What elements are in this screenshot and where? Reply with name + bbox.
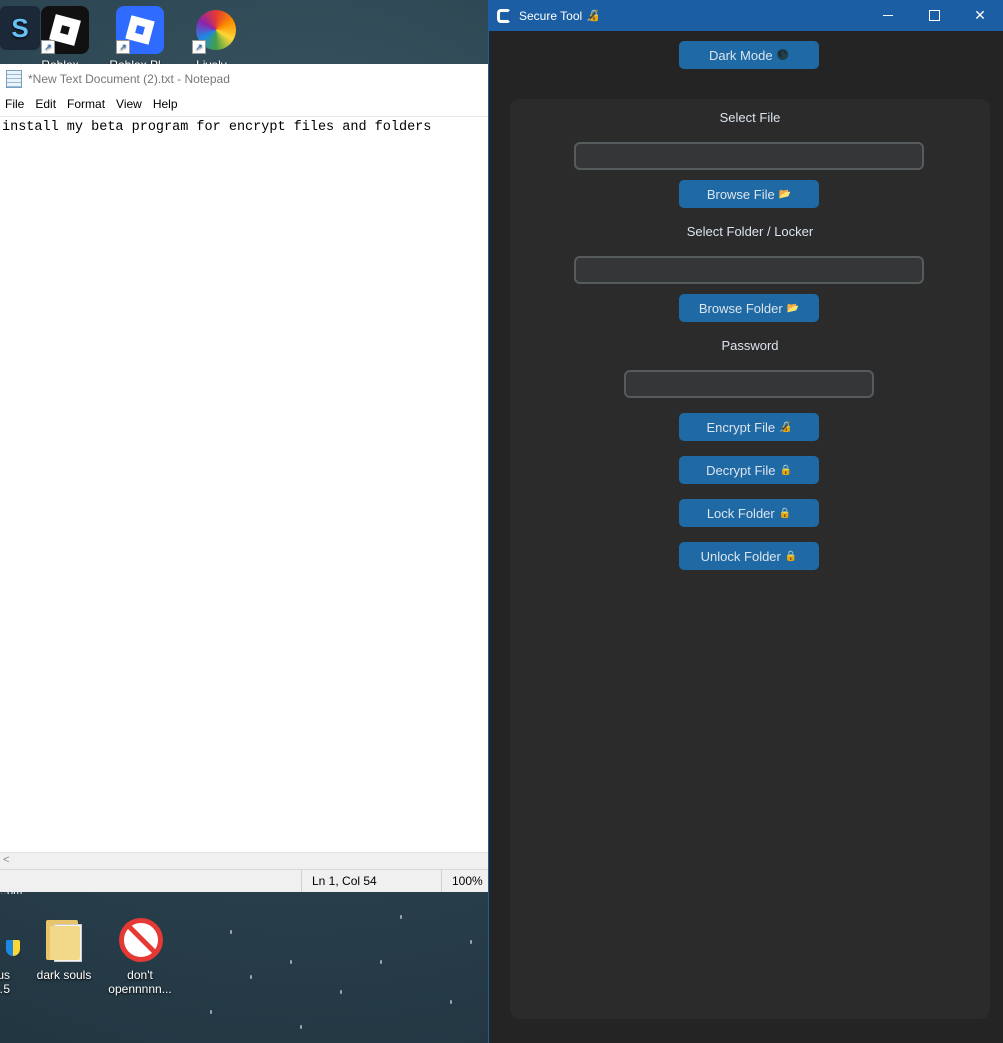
window-title: Secure Tool (519, 8, 583, 23)
rain-drop (380, 960, 382, 964)
rain-drop (400, 915, 402, 919)
menu-file[interactable]: File (5, 97, 24, 111)
encrypt-file-button[interactable]: Encrypt File 🔏 (679, 413, 819, 441)
password-input[interactable] (624, 370, 874, 398)
lock-folder-label: Lock Folder (706, 505, 775, 521)
rain-drop (300, 1025, 302, 1029)
decrypt-file-label: Decrypt File (706, 462, 776, 478)
minimize-button[interactable] (865, 0, 911, 31)
menu-view[interactable]: View (116, 97, 142, 111)
shortcut-arrow-icon: ↗ (116, 40, 130, 54)
desktop-icon-dont-open[interactable]: don't opennnnn... (100, 916, 180, 996)
minimize-icon (883, 15, 893, 16)
horizontal-scrollbar[interactable]: < (0, 852, 488, 870)
status-cursor-position: Ln 1, Col 54 (301, 870, 441, 892)
secure-tool-window[interactable]: Secure Tool 🔏 ✕ Dark Mode 🌑 Select File … (488, 0, 1003, 1043)
moon-icon: 🌑 (776, 49, 790, 61)
prohibited-icon (116, 916, 164, 964)
photos-icon: ↗ (192, 6, 240, 54)
unlock-folder-label: Unlock Folder (700, 548, 781, 564)
maximize-icon (928, 10, 940, 21)
browse-file-label: Browse File (706, 186, 775, 202)
browse-file-button[interactable]: Browse File 📂 (679, 180, 819, 208)
main-frame: Select File Browse File 📂 Select Folder … (510, 99, 990, 1019)
lock-icon: 🔒 (778, 507, 792, 519)
desktop-icon-dark-souls-folder[interactable]: dark souls (24, 916, 104, 982)
close-button[interactable]: ✕ (957, 0, 1003, 31)
decrypt-file-button[interactable]: Decrypt File 🔒 (679, 456, 819, 484)
folder-path-input[interactable] (574, 256, 924, 284)
folder-open-icon: 📂 (786, 302, 800, 314)
desktop-icon-roblox[interactable]: ↗ Roblox... (25, 6, 105, 64)
desktop-icon-photos[interactable]: ↗ Lively... (176, 6, 256, 64)
menu-format[interactable]: Format (67, 97, 105, 111)
close-icon: ✕ (974, 7, 986, 23)
menu-edit[interactable]: Edit (35, 97, 56, 111)
browse-folder-label: Browse Folder (698, 300, 783, 316)
rain-drop (290, 960, 292, 964)
shortcut-arrow-icon: ↗ (41, 40, 55, 54)
maximize-button[interactable] (911, 0, 957, 31)
notepad-title: *New Text Document (2).txt - Notepad (28, 72, 230, 86)
lock-pen-icon: 🔏 (586, 10, 600, 22)
menu-help[interactable]: Help (153, 97, 178, 111)
rain-drop (450, 1000, 452, 1004)
shield-icon (0, 916, 22, 964)
notepad-menubar: File Edit Format View Help (0, 94, 488, 114)
folder-open-icon: 📂 (778, 188, 792, 200)
file-path-input[interactable] (574, 142, 924, 170)
notepad-statusbar: Ln 1, Col 54 100% (0, 869, 488, 892)
roblox-player-icon: ↗ (116, 6, 164, 54)
dark-mode-button[interactable]: Dark Mode 🌑 (679, 41, 819, 69)
notepad-titlebar[interactable]: *New Text Document (2).txt - Notepad (0, 64, 488, 94)
select-folder-label: Select Folder / Locker (686, 224, 814, 239)
rain-drop (210, 1010, 212, 1014)
lock-folder-button[interactable]: Lock Folder 🔒 (679, 499, 819, 527)
lock-pen-icon: 🔏 (779, 421, 792, 433)
roblox-icon: ↗ (41, 6, 89, 54)
status-zoom: 100% (441, 870, 488, 892)
rain-drop (230, 930, 232, 934)
rain-drop (250, 975, 252, 979)
select-file-label: Select File (719, 110, 781, 125)
desktop-icon-label: dark souls (36, 968, 92, 982)
rain-drop (340, 990, 342, 994)
desktop-icon-roblox-player[interactable]: ↗ Roblox Pl... (100, 6, 180, 64)
app-logo-icon (497, 8, 511, 23)
password-label: Password (721, 338, 779, 353)
rain-drop (470, 940, 472, 944)
secure-tool-titlebar[interactable]: Secure Tool 🔏 ✕ (489, 0, 1003, 31)
unlock-folder-button[interactable]: Unlock Folder 🔒 (679, 542, 819, 570)
notepad-text-content: install my beta program for encrypt file… (2, 120, 432, 135)
desktop-icon-label: don't opennnnn... (108, 968, 172, 996)
scroll-left-arrow-icon[interactable]: < (3, 854, 9, 866)
lock-icon: 🔒 (784, 550, 798, 562)
notepad-window[interactable]: *New Text Document (2).txt - Notepad Fil… (0, 64, 488, 892)
notepad-text-area[interactable]: install my beta program for encrypt file… (0, 116, 488, 852)
folder-icon (40, 916, 88, 964)
notepad-icon (6, 70, 22, 88)
shortcut-arrow-icon: ↗ (192, 40, 206, 54)
lock-icon: 🔒 (779, 464, 792, 476)
dark-mode-label: Dark Mode (708, 47, 773, 63)
browse-folder-button[interactable]: Browse Folder 📂 (679, 294, 819, 322)
encrypt-file-label: Encrypt File (706, 419, 776, 435)
